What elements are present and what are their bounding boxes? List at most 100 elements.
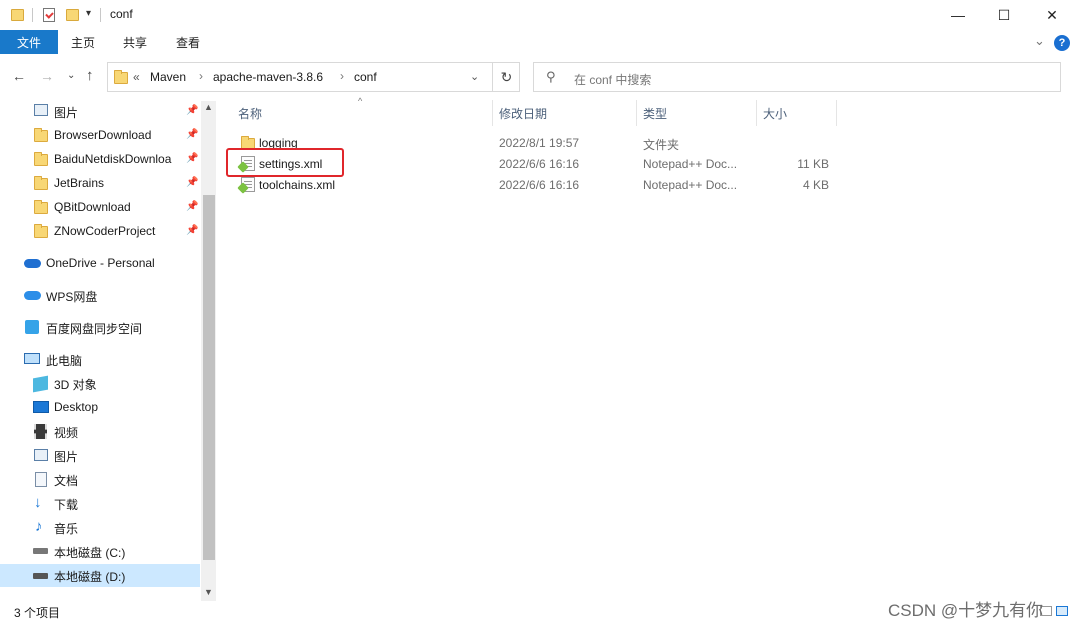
sidebar-item-pictures[interactable]: 图片: [54, 448, 78, 465]
file-type: Notepad++ Doc...: [643, 178, 738, 192]
tab-share[interactable]: 共享: [114, 30, 156, 54]
wps-cloud-icon: [24, 291, 41, 300]
sidebar-item-onedrive[interactable]: OneDrive - Personal: [46, 256, 155, 270]
onedrive-icon: [24, 259, 41, 268]
address-bar[interactable]: « Maven › apache-maven-3.8.6 › conf ⌄: [107, 62, 520, 92]
file-row[interactable]: toolchains.xml 2022/6/6 16:16 Notepad++ …: [230, 174, 840, 195]
folder-icon: [34, 128, 48, 142]
search-box[interactable]: ⚲ 在 conf 中搜索: [533, 62, 1061, 92]
close-button[interactable]: ✕: [1029, 0, 1075, 30]
sidebar-item-music[interactable]: 音乐: [54, 520, 78, 537]
sidebar-item-drive-c[interactable]: 本地磁盘 (C:): [54, 544, 125, 561]
breadcrumb-conf[interactable]: conf: [354, 70, 377, 84]
sidebar-item-wps-cloud[interactable]: WPS网盘: [46, 288, 97, 305]
computer-icon: [24, 353, 40, 364]
file-type: Notepad++ Doc...: [643, 157, 738, 171]
3d-objects-icon: [33, 375, 48, 393]
sidebar-item-jetbrains[interactable]: JetBrains: [54, 176, 104, 190]
sidebar-item-downloads[interactable]: 下载: [54, 496, 78, 513]
pin-icon[interactable]: 📌: [186, 201, 198, 212]
file-size: 4 KB: [802, 178, 829, 192]
column-divider[interactable]: [756, 100, 757, 126]
item-count: 3 个项目: [14, 606, 61, 620]
tab-file[interactable]: 文件: [0, 30, 58, 54]
downloads-icon: ↓: [34, 494, 42, 511]
videos-icon: [34, 424, 47, 439]
xml-file-icon: [241, 177, 255, 192]
large-icons-view-icon[interactable]: [1056, 606, 1068, 616]
sidebar-item-videos[interactable]: 视频: [54, 424, 78, 441]
pin-icon[interactable]: 📌: [186, 105, 198, 116]
customize-quick-access-icon[interactable]: ▾: [86, 8, 91, 19]
title-bar: ▾ conf — ☐ ✕: [0, 0, 1075, 30]
column-header-date[interactable]: 修改日期: [499, 100, 547, 126]
folder-icon: [34, 224, 48, 238]
expand-ribbon-icon[interactable]: ⌄: [1034, 33, 1045, 49]
column-header-name[interactable]: 名称: [238, 100, 262, 126]
pin-icon[interactable]: 📌: [186, 225, 198, 236]
desktop-icon: [33, 401, 49, 413]
search-icon: ⚲: [546, 69, 556, 84]
column-divider[interactable]: [836, 100, 837, 126]
sidebar-item-browserdownload[interactable]: BrowserDownload: [54, 128, 151, 142]
up-arrow-icon[interactable]: ↑: [86, 67, 94, 84]
watermark: CSDN @十梦九有你: [888, 601, 1044, 620]
file-date: 2022/6/6 16:16: [499, 178, 580, 192]
back-arrow-icon[interactable]: ←: [12, 68, 26, 84]
divider: [32, 8, 33, 22]
scroll-up-icon[interactable]: ▲: [204, 102, 213, 112]
sidebar-item-pictures[interactable]: 图片: [54, 104, 78, 121]
sidebar-item-desktop[interactable]: Desktop: [54, 400, 98, 414]
column-divider[interactable]: [492, 100, 493, 126]
address-history-chevron-icon[interactable]: ⌄: [470, 70, 479, 83]
drive-c-icon: [33, 548, 48, 554]
sort-ascending-icon: ^: [358, 96, 363, 106]
sidebar-item-this-pc[interactable]: 此电脑: [46, 352, 82, 369]
file-name[interactable]: toolchains.xml: [259, 178, 335, 192]
forward-arrow-icon[interactable]: →: [40, 68, 54, 84]
music-icon: ♪: [35, 518, 43, 535]
breadcrumb-separator[interactable]: ›: [340, 69, 344, 83]
sidebar-item-baidu-sync[interactable]: 百度网盘同步空间: [46, 320, 142, 337]
sidebar-item-znowcoderproject[interactable]: ZNowCoderProject: [54, 224, 155, 238]
folder-icon: [11, 9, 24, 21]
properties-icon[interactable]: [43, 8, 55, 22]
baidu-sync-icon: [25, 320, 39, 334]
folder-icon: [34, 200, 48, 214]
divider: [100, 8, 101, 22]
breadcrumb-apache-maven[interactable]: apache-maven-3.8.6: [213, 70, 323, 84]
breadcrumb-maven[interactable]: Maven: [150, 70, 186, 84]
breadcrumb-separator[interactable]: ›: [199, 69, 203, 83]
sidebar-scrollbar-thumb[interactable]: [203, 195, 215, 560]
scroll-down-icon[interactable]: ▼: [204, 587, 213, 597]
file-date: 2022/8/1 19:57: [499, 136, 580, 150]
pin-icon[interactable]: 📌: [186, 177, 198, 188]
new-folder-icon[interactable]: [66, 9, 79, 21]
file-size: 11 KB: [797, 157, 829, 171]
window-title: conf: [110, 7, 133, 21]
pin-icon[interactable]: 📌: [186, 129, 198, 140]
tab-home[interactable]: 主页: [62, 30, 104, 54]
column-header-size[interactable]: 大小: [763, 100, 787, 126]
sidebar-item-documents[interactable]: 文档: [54, 472, 78, 489]
sidebar-item-drive-d[interactable]: 本地磁盘 (D:): [54, 568, 125, 585]
recent-locations-icon[interactable]: ⌄: [67, 70, 75, 81]
pin-icon[interactable]: 📌: [186, 153, 198, 164]
tab-view[interactable]: 查看: [167, 30, 209, 54]
help-icon[interactable]: ?: [1054, 35, 1070, 51]
column-header-type[interactable]: 类型: [643, 100, 667, 126]
sidebar-item-3d-objects[interactable]: 3D 对象: [54, 376, 97, 393]
folder-icon: [34, 176, 48, 190]
refresh-icon[interactable]: ↻: [492, 62, 520, 92]
minimize-button[interactable]: —: [935, 0, 981, 30]
search-input[interactable]: 在 conf 中搜索: [574, 71, 651, 88]
ribbon: 文件 主页 共享 查看 ⌄ ?: [0, 30, 1075, 54]
sidebar-item-baidunetdisk[interactable]: BaiduNetdiskDownloa: [54, 152, 184, 166]
breadcrumb-overflow[interactable]: «: [133, 70, 140, 84]
maximize-button[interactable]: ☐: [981, 0, 1027, 30]
annotation-highlight-box: [226, 148, 344, 177]
documents-icon: [35, 472, 47, 487]
drive-d-icon: [33, 573, 48, 579]
sidebar-item-qbitdownload[interactable]: QBitDownload: [54, 200, 131, 214]
column-divider[interactable]: [636, 100, 637, 126]
